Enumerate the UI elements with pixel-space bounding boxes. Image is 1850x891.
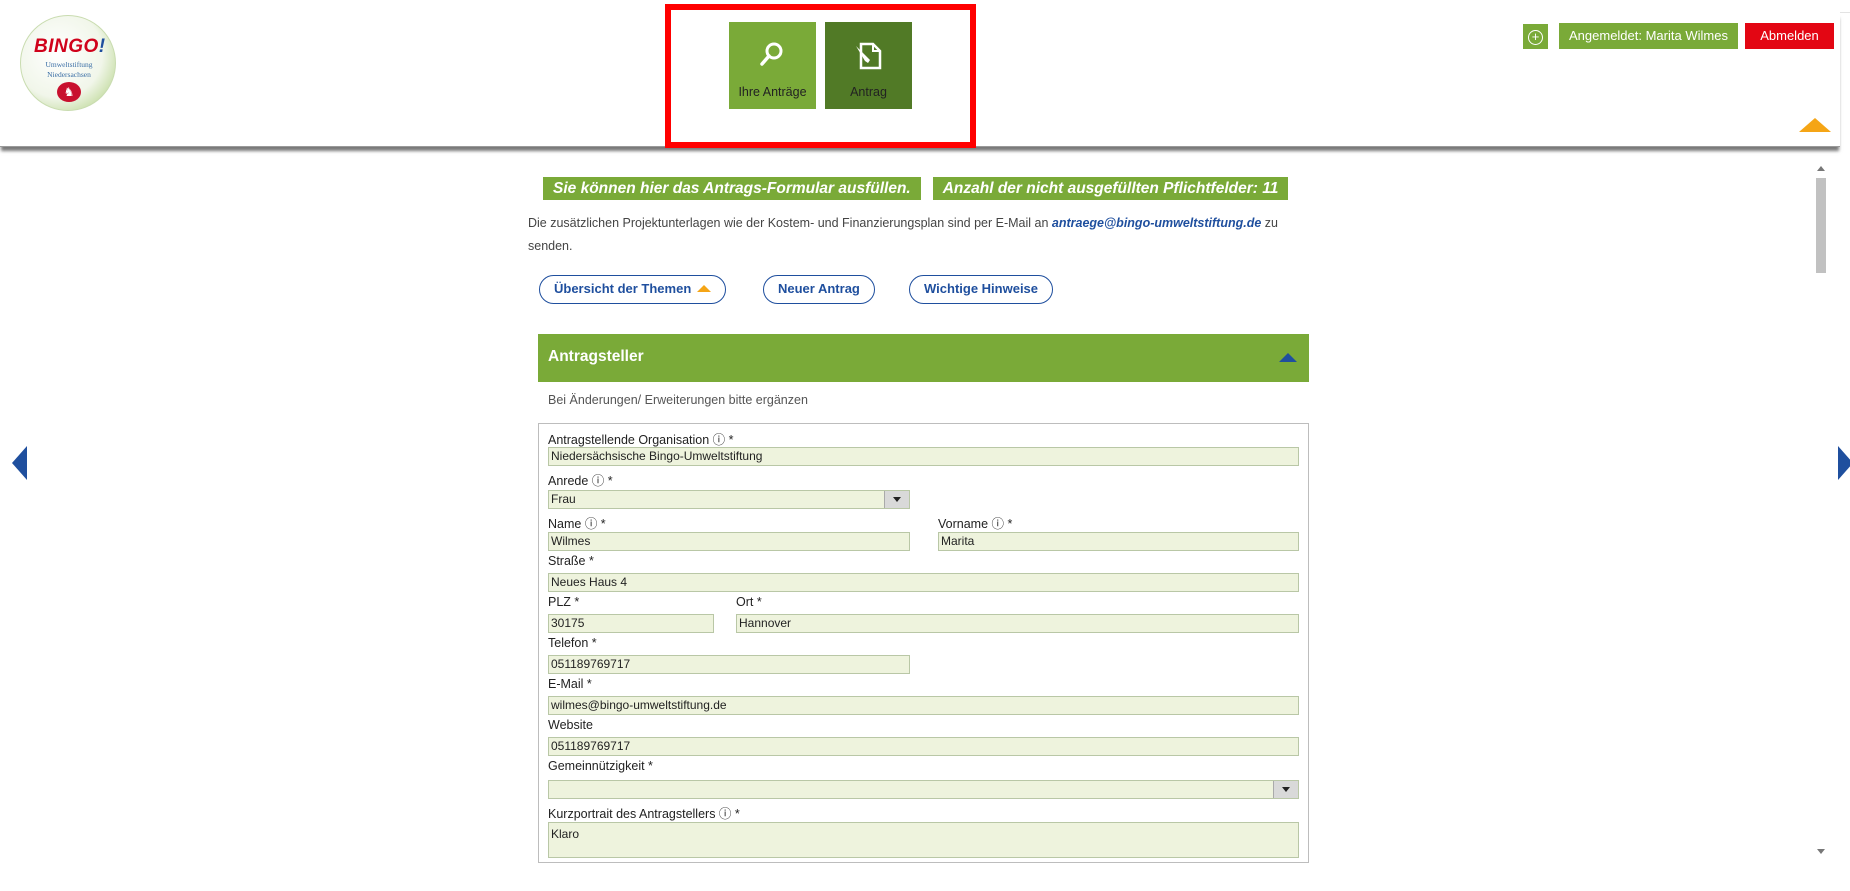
important-hints-button[interactable]: Wichtige Hinweise [909, 275, 1054, 304]
previous-arrow-icon[interactable] [12, 446, 27, 480]
bingo-logo[interactable]: BINGO! Umweltstiftung Niedersachsen ♞ [20, 15, 116, 111]
new-application-button[interactable]: Neuer Antrag [763, 275, 875, 304]
nav-ihre-antraege-label: Ihre Anträge [738, 85, 807, 99]
add-button[interactable]: + [1523, 24, 1548, 49]
logout-button[interactable]: Abmelden [1745, 23, 1834, 49]
name-field[interactable]: Wilmes [548, 532, 910, 551]
org-field[interactable]: Niedersächsische Bingo-Umweltstiftung [548, 447, 1299, 466]
chevron-down-icon[interactable] [884, 491, 909, 508]
gemeinnuetzigkeit-label: Gemeinnützigkeit * [548, 759, 653, 773]
fill-form-notice: Sie können hier das Antrags-Formular aus… [543, 177, 921, 200]
plus-circle-icon: + [1528, 30, 1543, 45]
chevron-down-icon[interactable] [1273, 781, 1298, 798]
ort-field[interactable]: Hannover [736, 614, 1299, 633]
email-label: E-Mail * [548, 677, 592, 691]
telefon-field[interactable]: 051189769717 [548, 655, 910, 674]
scrollbar[interactable] [1813, 160, 1829, 860]
website-label: Website [548, 718, 593, 732]
themes-overview-button[interactable]: Übersicht der Themen [539, 275, 727, 304]
logo-line-1: Umweltstiftung [45, 60, 93, 69]
org-label: Antragstellende Organisation ⓘ * [548, 433, 734, 447]
email-field[interactable]: wilmes@bingo-umweltstiftung.de [548, 696, 1299, 715]
missing-fields-notice: Anzahl der nicht ausgefüllten Pflichtfel… [932, 177, 1289, 200]
next-arrow-icon[interactable] [1838, 446, 1850, 480]
vorname-label: Vorname ⓘ * [938, 517, 1013, 531]
strasse-field[interactable]: Neues Haus 4 [548, 573, 1299, 592]
section-note: Bei Änderungen/ Erweiterungen bitte ergä… [548, 393, 808, 407]
search-icon [760, 42, 783, 66]
collapse-section-icon[interactable] [1279, 353, 1297, 362]
ort-label: Ort * [736, 595, 762, 609]
strasse-label: Straße * [548, 554, 594, 568]
scrollbar-thumb[interactable] [1816, 178, 1826, 273]
anrede-value: Frau [551, 492, 576, 506]
nav-ihre-antraege-button[interactable]: Ihre Anträge [729, 22, 816, 109]
info-email-link[interactable]: antraege@bingo-umweltstiftung.de [1052, 216, 1261, 230]
scroll-down-icon[interactable] [1817, 849, 1825, 854]
kurzportrait-textarea[interactable]: Klaro [548, 822, 1299, 858]
website-field[interactable]: 051189769717 [548, 737, 1299, 756]
name-label: Name ⓘ * [548, 517, 606, 531]
telefon-label: Telefon * [548, 636, 597, 650]
applicant-form: Antragstellende Organisation ⓘ * Nieders… [538, 423, 1309, 863]
notice-row: Sie können hier das Antrags-Formular aus… [543, 177, 1289, 200]
logo-line-2: Niedersachsen [47, 70, 91, 79]
nav-antrag-button[interactable]: Antrag [825, 22, 912, 109]
collapse-header-icon[interactable] [1799, 118, 1831, 132]
logo-brand: BINGO! [34, 36, 106, 57]
themes-overview-label: Übersicht der Themen [554, 281, 692, 296]
plz-field[interactable]: 30175 [548, 614, 714, 633]
scroll-up-icon[interactable] [1817, 166, 1825, 171]
anrede-label: Anrede ⓘ * [548, 474, 613, 488]
section-title: Antragsteller [548, 348, 644, 365]
nav-antrag-label: Antrag [850, 85, 887, 99]
vorname-field[interactable]: Marita [938, 532, 1299, 551]
logged-in-badge: Angemeldet: Marita Wilmes [1559, 23, 1738, 49]
info-text: Die zusätzlichen Projektunterlagen wie d… [528, 212, 1288, 258]
plz-label: PLZ * [548, 595, 580, 609]
section-header-antragsteller[interactable]: Antragsteller [538, 334, 1309, 382]
kurzportrait-label: Kurzportrait des Antragstellers ⓘ * [548, 807, 740, 821]
anrede-select[interactable]: Frau [548, 490, 910, 509]
horse-emblem-icon: ♞ [57, 82, 81, 102]
triangle-up-icon [697, 285, 712, 292]
gemeinnuetzigkeit-select[interactable] [548, 780, 1299, 799]
edit-document-icon [856, 42, 882, 70]
info-text-before: Die zusätzlichen Projektunterlagen wie d… [528, 216, 1052, 230]
